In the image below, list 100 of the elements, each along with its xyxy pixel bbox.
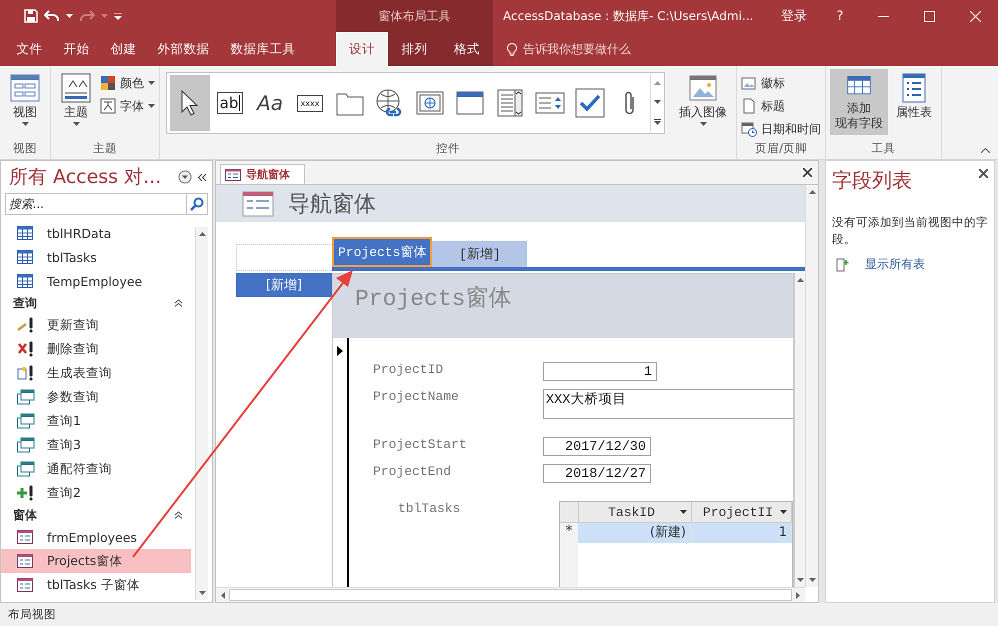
collapse-group-icon[interactable]: [174, 511, 183, 519]
vertical-scrollbar[interactable]: [805, 185, 818, 587]
collapse-pane-icon[interactable]: [197, 172, 207, 182]
navigation-item[interactable]: 删除查询: [1, 337, 191, 361]
logo-image-icon: [741, 75, 757, 91]
undo-icon[interactable]: [44, 10, 60, 22]
search-icon[interactable]: [187, 193, 208, 215]
query-icon: [17, 461, 35, 477]
column-header[interactable]: TaskID: [579, 502, 692, 522]
ribbon-large-button[interactable]: 添加 现有字段: [830, 69, 888, 135]
scroll-up-icon: [198, 232, 206, 236]
ribbon-tab[interactable]: 开始: [53, 32, 100, 66]
navigation-tab[interactable]: [新增]: [432, 241, 528, 267]
ribbon-tab[interactable]: 设计: [336, 32, 388, 66]
navigation-tab[interactable]: [新增]: [236, 273, 332, 297]
gallery-scrollbar[interactable]: [650, 74, 664, 132]
group-header[interactable]: 窗体: [13, 506, 37, 524]
customize-menu-icon[interactable]: [114, 12, 122, 20]
scroll-down-icon: [654, 100, 661, 104]
group-header[interactable]: 查询: [13, 294, 37, 312]
close-icon[interactable]: [803, 168, 812, 177]
caret-icon: [101, 14, 108, 18]
navigation-item[interactable]: tblHRData: [1, 221, 191, 245]
table-cell[interactable]: 1: [691, 523, 792, 543]
control-tool-button[interactable]: xxxx: [290, 75, 330, 131]
ribbon-button[interactable]: 徽标: [741, 73, 821, 93]
form-view-icon: [10, 73, 40, 103]
ribbon-button[interactable]: 标题: [741, 96, 821, 116]
field-value[interactable]: 1: [543, 362, 657, 381]
navigation-item[interactable]: 通配符查询: [1, 457, 191, 481]
ribbon-button[interactable]: 字体: [100, 96, 155, 116]
dropdown-circle-icon[interactable]: [178, 170, 192, 184]
field-label: ProjectStart: [373, 437, 468, 452]
save-icon[interactable]: [24, 9, 38, 23]
vertical-scrollbar[interactable]: [195, 227, 208, 600]
ribbon-tab[interactable]: 排列: [388, 32, 441, 66]
navigation-item[interactable]: 参数查询: [1, 385, 191, 409]
scroll-up-icon: [654, 81, 661, 86]
tell-me-search[interactable]: 告诉我你想要做什么: [493, 32, 631, 66]
navigation-item[interactable]: tblTasks: [1, 245, 191, 269]
navigation-item[interactable]: Projects窗体: [1, 549, 191, 573]
theme-icon: [61, 73, 91, 103]
collapse-ribbon-icon[interactable]: [981, 148, 990, 153]
ribbon-tab[interactable]: 格式: [440, 32, 493, 66]
pane-title: 字段列表: [832, 167, 912, 194]
ribbon-tab[interactable]: 创建: [100, 32, 147, 66]
subform-title: Projects窗体: [355, 284, 512, 313]
control-tool-button[interactable]: ab: [210, 75, 250, 131]
textbox-tool-icon: ab: [216, 92, 244, 114]
field-value[interactable]: XXX大桥项目: [543, 389, 793, 419]
form-icon: [17, 530, 33, 544]
field-value[interactable]: 2018/12/27: [543, 464, 651, 483]
table-icon: [17, 250, 33, 264]
ribbon-large-button[interactable]: 主题: [55, 69, 97, 135]
field-value[interactable]: 2017/12/30: [543, 437, 651, 456]
navigation-item[interactable]: 查询1: [1, 409, 191, 433]
ribbon-tab[interactable]: 外部数据: [147, 32, 220, 66]
maximize-icon: [924, 10, 934, 22]
delete-query-icon: [17, 341, 35, 357]
ribbon-tab[interactable]: 文件: [6, 32, 53, 66]
close-icon[interactable]: [979, 169, 988, 178]
help-button[interactable]: ?: [820, 0, 860, 32]
navigation-item[interactable]: 更新查询: [1, 313, 191, 337]
document-tab[interactable]: 导航窗体: [220, 164, 305, 184]
lightbulb-icon: [507, 42, 517, 56]
caret-icon: [66, 14, 73, 18]
image-icon: [688, 73, 718, 103]
form-icon: [242, 190, 274, 216]
navigation-item[interactable]: tblTasks 子窗体: [1, 573, 191, 597]
column-header[interactable]: ProjectII: [692, 502, 792, 522]
control-tool-button[interactable]: Aa: [250, 75, 290, 131]
ribbon-large-button[interactable]: 视图: [4, 69, 46, 135]
table-cell[interactable]: (新建): [578, 523, 691, 543]
ribbon-button[interactable]: 日期和时间: [741, 119, 821, 139]
ribbon-button[interactable]: 颜色: [100, 73, 155, 93]
control-tool-button[interactable]: [170, 75, 210, 131]
field-label: ProjectID: [373, 362, 444, 377]
navigation-item[interactable]: frmEmployees: [1, 525, 191, 549]
ribbon-large-button[interactable]: 插入图像: [674, 69, 732, 135]
caret-icon: [780, 510, 787, 514]
ribbon-large-button[interactable]: 属性表: [891, 69, 937, 135]
label-tool-icon: Aa: [257, 91, 283, 115]
navigation-item[interactable]: 查询3: [1, 433, 191, 457]
collapse-group-icon[interactable]: [174, 299, 183, 307]
navigation-item[interactable]: 生成表查询: [1, 361, 191, 385]
navigation-item[interactable]: 查询2: [1, 481, 191, 505]
show-all-tables-link[interactable]: 显示所有表: [865, 256, 925, 273]
group-label: 页眉/页脚: [754, 141, 808, 157]
scroll-up-icon: [808, 190, 816, 194]
ribbon-tab[interactable]: 数据库工具: [220, 32, 306, 66]
gallery-more-icon: [654, 118, 661, 125]
navigation-tab[interactable]: Projects窗体: [332, 237, 432, 267]
window-title: AccessDatabase : 数据库- C:\Users\Admi...: [502, 8, 754, 24]
navigation-item[interactable]: TempEmployee: [1, 269, 191, 293]
horizontal-scrollbar[interactable]: [216, 587, 805, 602]
sign-in-button[interactable]: 登录: [768, 0, 820, 32]
search-field[interactable]: 搜索...: [5, 193, 187, 215]
vertical-scrollbar[interactable]: [794, 273, 805, 587]
group-label: 主题: [92, 141, 118, 157]
subform-label: tblTasks: [397, 501, 462, 518]
